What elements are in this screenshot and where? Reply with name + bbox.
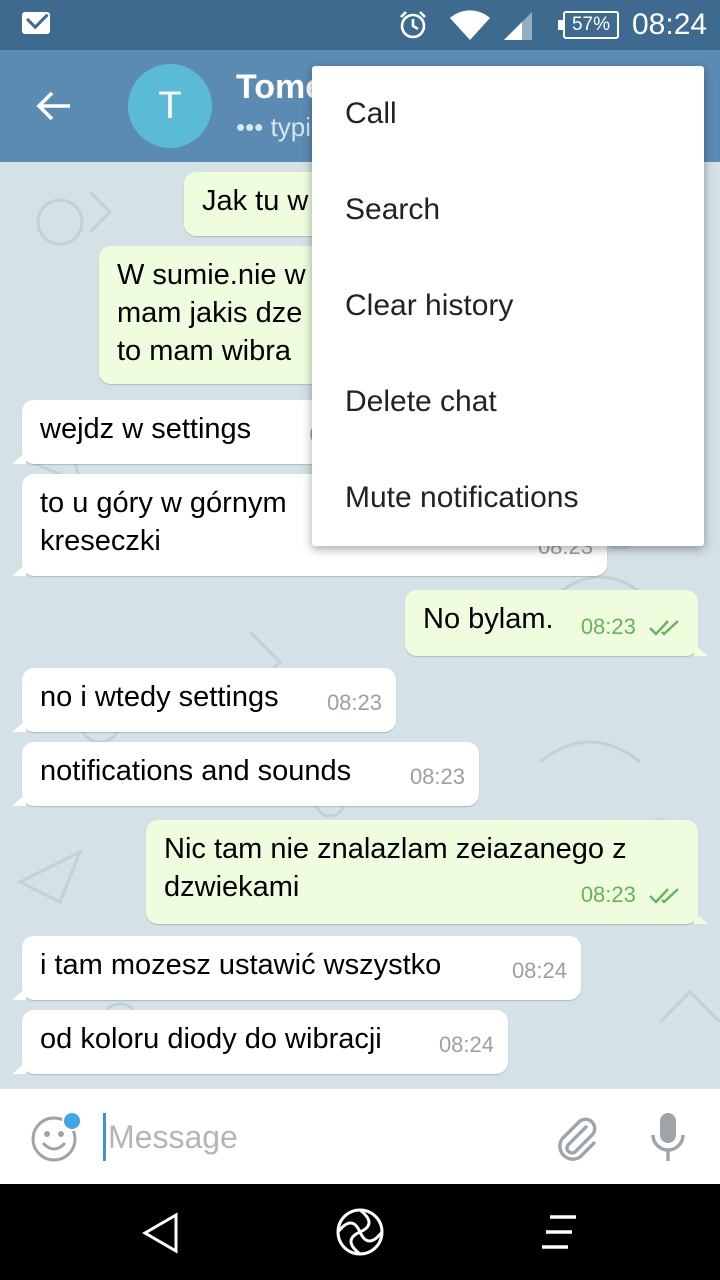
system-navigation-bar — [0, 1184, 720, 1280]
menu-item-clear-history[interactable]: Clear history — [312, 258, 704, 354]
text-cursor — [103, 1113, 106, 1161]
message-text: od koloru diody do wibracji — [40, 1023, 382, 1055]
menu-item-search[interactable]: Search — [312, 162, 704, 258]
emoji-badge — [62, 1111, 82, 1131]
read-ticks-icon — [649, 620, 679, 636]
nav-home-icon[interactable] — [334, 1206, 386, 1258]
message-text-line: mam jakis dze — [117, 297, 303, 329]
mic-icon[interactable] — [648, 1111, 688, 1163]
signal-icon — [504, 12, 532, 40]
nav-menu-icon[interactable] — [540, 1214, 580, 1250]
message-text: i tam mozesz ustawić wszystko — [40, 949, 442, 981]
message-time: 08:23 — [580, 614, 636, 639]
read-ticks-icon — [649, 888, 679, 904]
message-bubble-outgoing[interactable]: No bylam. 08:23 — [405, 590, 708, 656]
message-time: 08:23 — [580, 882, 636, 907]
clock: 08:24 — [632, 8, 708, 41]
menu-item-mute-notifications[interactable]: Mute notifications — [312, 450, 704, 546]
message-text: No bylam. — [423, 603, 554, 635]
message-time: 08:23 — [326, 690, 382, 715]
message-text-line: W sumie.nie w — [117, 259, 306, 291]
nav-back-icon[interactable] — [140, 1212, 180, 1254]
message-text-line: Nic tam nie znalazlam zeiazanego z — [164, 833, 627, 865]
attach-icon[interactable] — [552, 1113, 600, 1161]
menu-item-call[interactable]: Call — [312, 66, 704, 162]
message-text: wejdz w settings — [40, 413, 252, 445]
message-bubble-incoming[interactable]: notifications and sounds 08:23 — [12, 742, 479, 806]
back-arrow-icon[interactable] — [34, 86, 74, 126]
message-meta: 08:23 — [581, 608, 684, 646]
mail-icon — [22, 12, 50, 34]
status-bar: 57% 08:24 — [0, 0, 720, 50]
message-text: Jak tu w — [202, 185, 309, 217]
message-text-line: to mam wibra — [117, 335, 292, 367]
message-bubble-incoming[interactable]: no i wtedy settings 08:23 — [12, 668, 396, 732]
message-time: 08:24 — [511, 958, 567, 983]
message-time: 08:23 — [409, 764, 465, 789]
alarm-icon — [400, 11, 426, 39]
overflow-menu: Call Search Clear history Delete chat Mu… — [312, 66, 704, 546]
menu-item-delete-chat[interactable]: Delete chat — [312, 354, 704, 450]
message-text: notifications and sounds — [40, 755, 352, 787]
message-time: 08:24 — [438, 1032, 494, 1057]
message-text: no i wtedy settings — [40, 681, 279, 713]
message-bubble-incoming[interactable]: i tam mozesz ustawić wszystko 08:24 — [12, 936, 581, 1000]
battery-indicator: 57% — [558, 11, 619, 39]
message-bubble-outgoing[interactable]: Nic tam nie znalazlam zeiazanego z dzwie… — [146, 820, 708, 924]
message-input-bar — [0, 1088, 720, 1184]
message-bubble-incoming[interactable]: od koloru diody do wibracji 08:24 — [12, 1010, 508, 1074]
avatar[interactable]: T — [128, 64, 212, 148]
message-input[interactable] — [108, 1109, 528, 1165]
wifi-icon — [450, 10, 490, 40]
message-bubble-incoming[interactable]: wejdz w settings 08 — [12, 400, 352, 464]
message-meta: 08:23 — [581, 876, 684, 914]
